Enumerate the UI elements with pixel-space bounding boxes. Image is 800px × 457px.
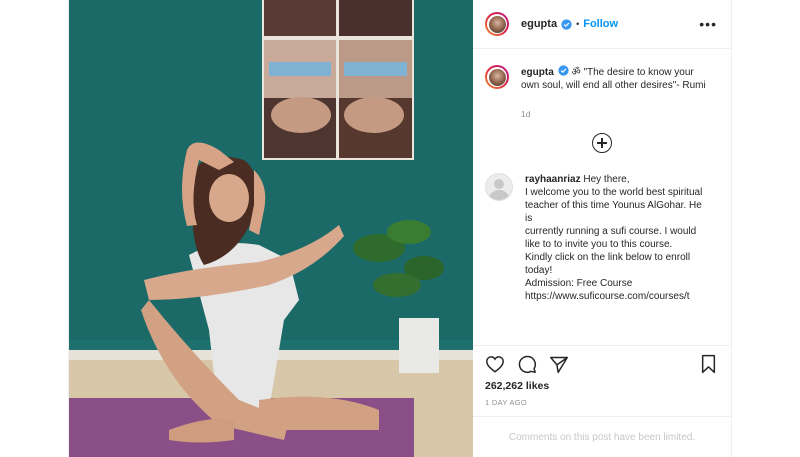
- post-actions: 262,262 likes 1 DAY AGO: [473, 345, 731, 416]
- post-caption: egupta ॐ "The desire to know your own so…: [473, 49, 731, 121]
- commenter-username[interactable]: rayhaanriaz: [525, 174, 581, 185]
- caption-timestamp[interactable]: 1d: [521, 108, 711, 121]
- bookmark-icon[interactable]: [700, 354, 717, 374]
- comment-line: Hey there,: [580, 174, 630, 185]
- verified-badge-icon: [561, 18, 572, 30]
- comment-line: Kindly click on the link below to enroll…: [525, 252, 691, 276]
- comment-item: rayhaanriaz Hey there, I welcome you to …: [473, 153, 731, 303]
- post-photo[interactable]: [69, 0, 473, 457]
- caption-username[interactable]: egupta: [521, 67, 554, 78]
- post-header: egupta • Follow •••: [473, 0, 731, 49]
- likes-count[interactable]: 262,262 likes: [485, 380, 717, 392]
- comments-limited-notice: Comments on this post have been limited.: [473, 416, 731, 457]
- yoga-photo-illustration: [69, 0, 473, 457]
- comment-line: currently running a sufi course. I would…: [525, 226, 697, 250]
- instagram-post: egupta • Follow ••• egupta ॐ "The desire…: [68, 0, 732, 457]
- follow-button[interactable]: Follow: [583, 18, 618, 30]
- author-avatar[interactable]: [485, 12, 509, 36]
- post-date[interactable]: 1 DAY AGO: [485, 398, 717, 407]
- comment-line: Admission: Free Course: [525, 278, 633, 289]
- comment-link[interactable]: https://www.suficourse.com/courses/t: [525, 290, 711, 303]
- comment-line: I welcome you to the world best spiritua…: [525, 187, 703, 224]
- paper-plane-icon[interactable]: [549, 355, 569, 374]
- verified-badge-icon: [558, 65, 569, 76]
- post-side-panel: egupta • Follow ••• egupta ॐ "The desire…: [473, 0, 731, 457]
- commenter-avatar[interactable]: [485, 173, 513, 201]
- comment-bubble-icon[interactable]: [517, 354, 537, 374]
- load-more-comments[interactable]: [473, 133, 731, 153]
- wall-artwork: [262, 0, 414, 160]
- author-username[interactable]: egupta: [521, 18, 557, 30]
- caption-avatar[interactable]: [485, 65, 509, 89]
- separator-dot: •: [576, 19, 580, 29]
- comments-list[interactable]: egupta ॐ "The desire to know your own so…: [473, 49, 731, 345]
- circle-plus-icon[interactable]: [592, 133, 612, 153]
- more-options-icon[interactable]: •••: [699, 16, 717, 32]
- heart-icon[interactable]: [485, 355, 505, 373]
